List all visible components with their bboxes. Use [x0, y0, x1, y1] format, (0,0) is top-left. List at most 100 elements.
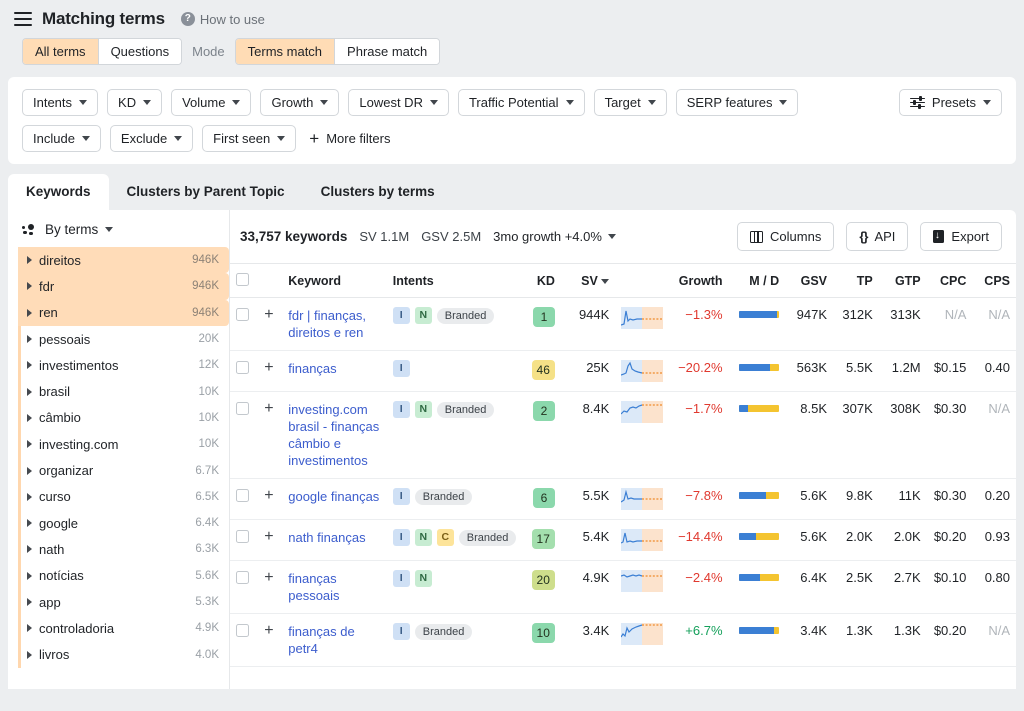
th-select-all[interactable]	[230, 264, 258, 298]
tab-clusters-by-parent-topic[interactable]: Clusters by Parent Topic	[109, 174, 303, 210]
th-cps[interactable]: CPS	[972, 264, 1016, 298]
sidebar-term-item[interactable]: organizar6.7K	[18, 457, 229, 483]
tab-keywords[interactable]: Keywords	[8, 174, 109, 210]
sidebar-term-item[interactable]: brasil10K	[18, 378, 229, 404]
table-row[interactable]: +finanças pessoaisIN204.9K−2.4%6.4K2.5K2…	[230, 561, 1016, 614]
tab-questions[interactable]: Questions	[99, 39, 182, 64]
cell-keyword[interactable]: finanças de petr4	[282, 614, 387, 667]
row-checkbox[interactable]	[236, 308, 249, 321]
cell-add[interactable]: +	[258, 298, 282, 351]
keyword-link[interactable]: google finanças	[288, 488, 381, 505]
select-all-checkbox[interactable]	[236, 273, 249, 286]
filter-lowest-dr[interactable]: Lowest DR	[348, 89, 449, 116]
cell-select[interactable]	[230, 520, 258, 561]
sidebar-term-item[interactable]: pessoais20K	[18, 326, 229, 352]
grouping-selector[interactable]: By terms	[8, 210, 229, 247]
add-keyword-button[interactable]: +	[264, 402, 273, 416]
cell-keyword[interactable]: google finanças	[282, 479, 387, 520]
cell-add[interactable]: +	[258, 392, 282, 479]
cell-select[interactable]	[230, 351, 258, 392]
th-gsv[interactable]: GSV	[785, 264, 833, 298]
tab-all-terms[interactable]: All terms	[23, 39, 99, 64]
sidebar-term-item[interactable]: nath6.3K	[18, 536, 229, 562]
sidebar-term-item[interactable]: fdr946K	[18, 273, 229, 299]
add-keyword-button[interactable]: +	[264, 361, 273, 375]
table-row[interactable]: +finanças de petr4IBranded103.4K+6.7%3.4…	[230, 614, 1016, 667]
cell-add[interactable]: +	[258, 351, 282, 392]
cell-add[interactable]: +	[258, 561, 282, 614]
expand-triangle-icon[interactable]	[27, 519, 32, 527]
keyword-link[interactable]: finanças pessoais	[288, 570, 381, 604]
filter-intents[interactable]: Intents	[22, 89, 98, 116]
add-keyword-button[interactable]: +	[264, 489, 273, 503]
how-to-use-link[interactable]: ? How to use	[181, 12, 265, 27]
cell-select[interactable]	[230, 614, 258, 667]
keyword-link[interactable]: investing.com brasil - finanças câmbio e…	[288, 401, 381, 469]
add-keyword-button[interactable]: +	[264, 571, 273, 585]
expand-triangle-icon[interactable]	[27, 651, 32, 659]
sidebar-term-item[interactable]: notícias5.6K	[18, 563, 229, 589]
filter-volume[interactable]: Volume	[171, 89, 251, 116]
keyword-link[interactable]: finanças	[288, 360, 381, 377]
th-gtp[interactable]: GTP	[879, 264, 927, 298]
more-filters-button[interactable]: + More filters	[305, 131, 390, 146]
presets-button[interactable]: Presets	[899, 89, 1002, 116]
sidebar-term-item[interactable]: investing.com10K	[18, 431, 229, 457]
expand-triangle-icon[interactable]	[27, 414, 32, 422]
cell-add[interactable]: +	[258, 520, 282, 561]
sidebar-term-item[interactable]: google6.4K	[18, 510, 229, 536]
api-button[interactable]: {} API	[846, 222, 908, 251]
cell-add[interactable]: +	[258, 614, 282, 667]
row-checkbox[interactable]	[236, 402, 249, 415]
expand-triangle-icon[interactable]	[27, 598, 32, 606]
tab-phrase-match[interactable]: Phrase match	[335, 39, 439, 64]
th-tp[interactable]: TP	[833, 264, 879, 298]
cell-select[interactable]	[230, 298, 258, 351]
keyword-link[interactable]: fdr | finanças, direitos e ren	[288, 307, 381, 341]
cell-keyword[interactable]: finanças	[282, 351, 387, 392]
keyword-link[interactable]: nath finanças	[288, 529, 381, 546]
keyword-link[interactable]: finanças de petr4	[288, 623, 381, 657]
expand-triangle-icon[interactable]	[27, 572, 32, 580]
expand-triangle-icon[interactable]	[27, 256, 32, 264]
cell-select[interactable]	[230, 479, 258, 520]
expand-triangle-icon[interactable]	[27, 545, 32, 553]
cell-keyword[interactable]: investing.com brasil - finanças câmbio e…	[282, 392, 387, 479]
cell-select[interactable]	[230, 392, 258, 479]
table-row[interactable]: +fdr | finanças, direitos e renINBranded…	[230, 298, 1016, 351]
sidebar-term-item[interactable]: direitos946K	[18, 247, 229, 273]
row-checkbox[interactable]	[236, 624, 249, 637]
row-checkbox[interactable]	[236, 530, 249, 543]
table-row[interactable]: +google finançasIBranded65.5K−7.8%5.6K9.…	[230, 479, 1016, 520]
add-keyword-button[interactable]: +	[264, 308, 273, 322]
table-row[interactable]: + investing.com brasil - finanças câmbio …	[230, 392, 1016, 479]
hamburger-icon[interactable]	[14, 12, 32, 26]
filter-growth[interactable]: Growth	[260, 89, 339, 116]
filter-target[interactable]: Target	[594, 89, 667, 116]
sidebar-term-item[interactable]: investimentos12K	[18, 352, 229, 378]
expand-triangle-icon[interactable]	[27, 388, 32, 396]
growth-period-selector[interactable]: 3mo growth +4.0%	[493, 229, 616, 244]
expand-triangle-icon[interactable]	[27, 624, 32, 632]
cell-keyword[interactable]: fdr | finanças, direitos e ren	[282, 298, 387, 351]
cell-add[interactable]: +	[258, 479, 282, 520]
add-keyword-button[interactable]: +	[264, 624, 273, 638]
row-checkbox[interactable]	[236, 361, 249, 374]
sidebar-term-item[interactable]: curso6.5K	[18, 484, 229, 510]
add-keyword-button[interactable]: +	[264, 530, 273, 544]
filter-first-seen[interactable]: First seen	[202, 125, 296, 152]
columns-button[interactable]: Columns	[737, 222, 834, 251]
tab-terms-match[interactable]: Terms match	[236, 39, 335, 64]
sidebar-term-item[interactable]: câmbio10K	[18, 405, 229, 431]
sidebar-term-item[interactable]: livros4.0K	[18, 641, 229, 667]
expand-triangle-icon[interactable]	[27, 440, 32, 448]
filter-serp-features[interactable]: SERP features	[676, 89, 799, 116]
expand-triangle-icon[interactable]	[27, 335, 32, 343]
filter-traffic-potential[interactable]: Traffic Potential	[458, 89, 585, 116]
table-row[interactable]: +finançasI4625K−20.2%563K5.5K1.2M$0.150.…	[230, 351, 1016, 392]
sidebar-term-item[interactable]: ren946K	[18, 300, 229, 326]
cell-keyword[interactable]: finanças pessoais	[282, 561, 387, 614]
th-intents[interactable]: Intents	[387, 264, 515, 298]
th-sv[interactable]: SV	[561, 264, 615, 298]
filter-exclude[interactable]: Exclude	[110, 125, 193, 152]
